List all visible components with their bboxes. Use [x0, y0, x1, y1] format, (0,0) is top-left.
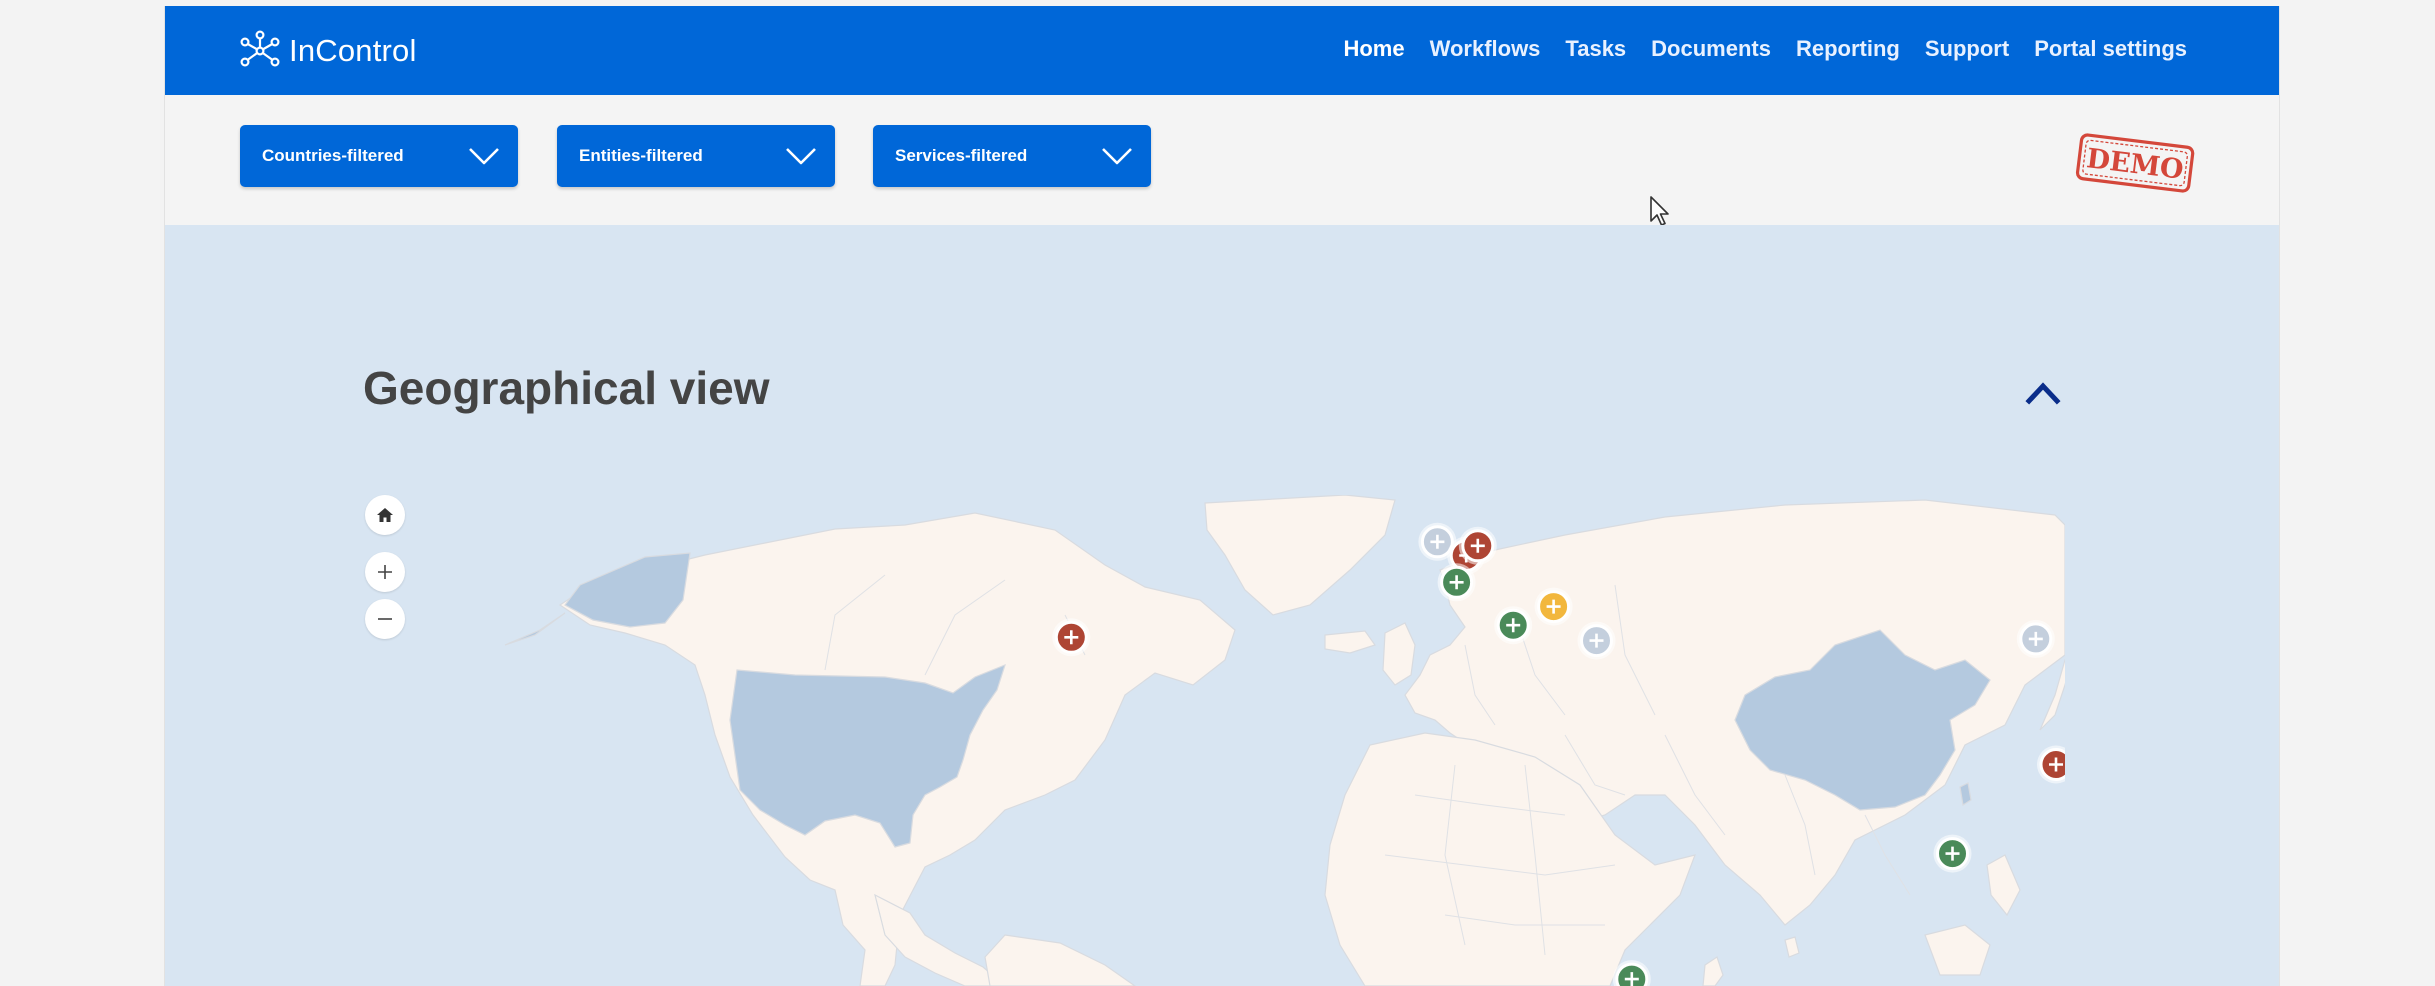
- land-central-america: [874, 893, 1006, 986]
- chevron-down-icon: [1102, 148, 1132, 165]
- map-marker-italy[interactable]: [1494, 606, 1533, 645]
- nav-home[interactable]: Home: [1343, 36, 1404, 62]
- app-window: InControl Home Workflows Tasks Documents…: [164, 6, 2280, 986]
- land-greenland: [1204, 495, 1396, 616]
- countries-filter-dropdown[interactable]: Countries-filtered: [240, 125, 518, 187]
- land-sri-lanka: [1784, 936, 1800, 958]
- nav-tasks[interactable]: Tasks: [1565, 36, 1626, 62]
- main-navigation: Home Workflows Tasks Documents Reporting…: [1343, 36, 2187, 62]
- network-nodes-icon: [240, 30, 280, 67]
- map-marker-taiwan[interactable]: [2037, 745, 2065, 784]
- geographical-view-section: Geographical view: [165, 225, 2279, 986]
- demo-stamp: DEMO: [2075, 133, 2195, 193]
- chevron-down-icon: [469, 148, 499, 165]
- land-iceland: [1324, 630, 1376, 654]
- map-marker-france[interactable]: [1437, 563, 1476, 602]
- nav-documents[interactable]: Documents: [1651, 36, 1771, 62]
- country-alaska-peninsula: [504, 612, 566, 646]
- map-marker-thailand[interactable]: [1933, 834, 1972, 873]
- entities-filter-dropdown[interactable]: Entities-filtered: [557, 125, 835, 187]
- map-marker-turkey[interactable]: [1577, 621, 1616, 660]
- nav-portal-settings[interactable]: Portal settings: [2034, 36, 2187, 62]
- home-icon: [377, 508, 393, 522]
- mouse-cursor-icon: [1650, 196, 1669, 226]
- world-map-canvas[interactable]: [365, 495, 2065, 986]
- map-zoom-in-button[interactable]: [365, 552, 405, 592]
- world-map[interactable]: [365, 495, 2065, 986]
- chevron-down-icon: [786, 148, 816, 165]
- entities-filter-label: Entities-filtered: [579, 146, 703, 165]
- land-south-america: [984, 934, 1137, 986]
- plus-icon: [378, 565, 392, 579]
- brand-name: InControl: [289, 33, 417, 68]
- map-zoom-out-button[interactable]: [365, 599, 405, 639]
- brand[interactable]: InControl: [239, 30, 417, 72]
- map-marker-beijing[interactable]: [2016, 619, 2055, 658]
- map-marker-netherlands[interactable]: [1458, 526, 1497, 565]
- country-taiwan: [1959, 782, 1972, 806]
- map-home-button[interactable]: [365, 495, 405, 535]
- land-borneo: [1924, 924, 1991, 976]
- services-filter-dropdown[interactable]: Services-filtered: [873, 125, 1151, 187]
- land-philippines: [1986, 854, 2021, 917]
- top-navigation-bar: InControl Home Workflows Tasks Documents…: [165, 6, 2279, 95]
- nav-support[interactable]: Support: [1925, 36, 2009, 62]
- map-marker-new-york[interactable]: [1052, 618, 1091, 657]
- services-filter-label: Services-filtered: [895, 146, 1028, 165]
- section-title: Geographical view: [363, 362, 770, 414]
- land-uk: [1382, 622, 1416, 686]
- land-madagascar: [1702, 956, 1724, 986]
- map-marker-balkans[interactable]: [1534, 587, 1573, 626]
- filter-bar: Countries-filtered Entities-filtered Ser…: [165, 95, 2279, 226]
- nav-reporting[interactable]: Reporting: [1796, 36, 1900, 62]
- minus-icon: [378, 618, 392, 620]
- chevron-up-icon[interactable]: [2025, 377, 2061, 407]
- countries-filter-label: Countries-filtered: [262, 146, 404, 165]
- nav-workflows[interactable]: Workflows: [1430, 36, 1541, 62]
